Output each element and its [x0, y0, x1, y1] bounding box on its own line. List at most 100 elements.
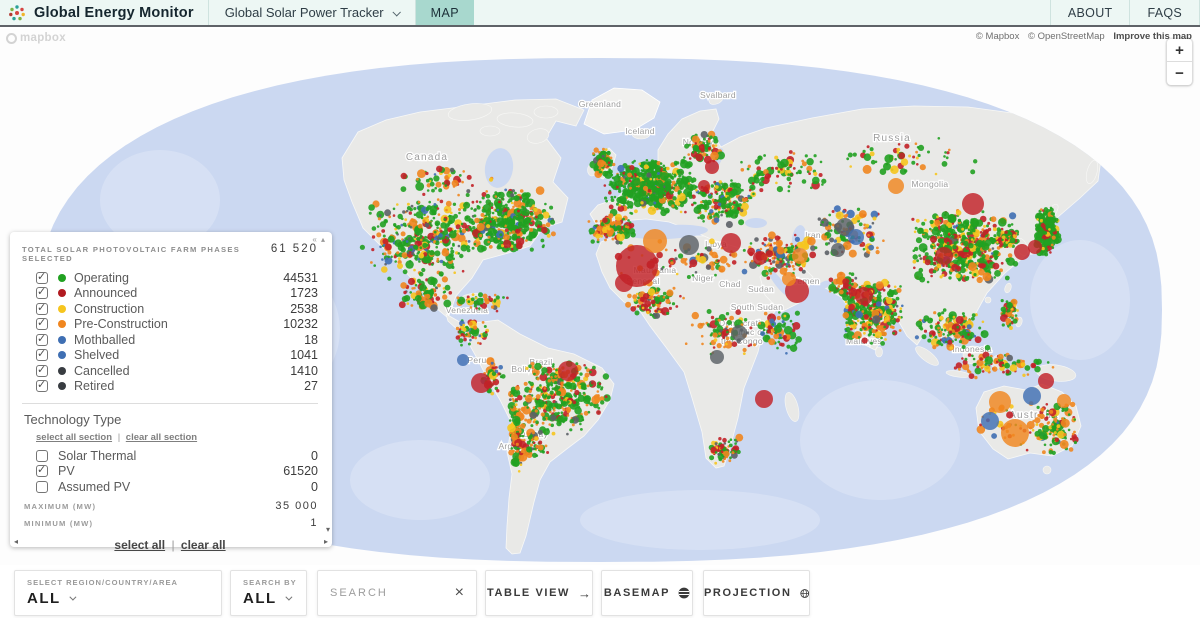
- minimum-mw-label: MINIMUM (MW): [24, 518, 94, 528]
- attribution-mapbox[interactable]: © Mapbox: [976, 31, 1019, 42]
- zoom-out-button[interactable]: −: [1167, 62, 1192, 85]
- technology-type-heading: Technology Type: [24, 412, 122, 427]
- attribution-osm[interactable]: © OpenStreetMap: [1028, 31, 1105, 42]
- select-all-link[interactable]: select all: [114, 538, 165, 552]
- arrow-right-icon: →: [578, 585, 591, 601]
- panel-scroll-right-icon[interactable]: ▸: [324, 537, 328, 546]
- projection-globe-icon: [799, 588, 809, 598]
- section-links: select all section | clear all section: [36, 432, 198, 443]
- status-label: Retired: [74, 379, 115, 394]
- gem-logo-icon: [9, 4, 25, 20]
- projection-label: PROJECTION: [704, 587, 792, 599]
- table-view-button[interactable]: TABLE VIEW →: [485, 570, 593, 616]
- status-checkbox[interactable]: [36, 332, 48, 346]
- status-count: 44531: [283, 270, 318, 285]
- minimum-mw-value[interactable]: 1: [310, 517, 318, 529]
- search-by-value: ALL: [243, 590, 277, 607]
- status-row: Construction 2538: [22, 301, 318, 317]
- status-row: Operating 44531: [22, 270, 318, 286]
- tab-map-label: MAP: [430, 5, 459, 20]
- search-by-dropdown[interactable]: SEARCH BY ALL: [230, 570, 307, 616]
- status-color-dot: [58, 304, 66, 313]
- panel-divider: [22, 403, 318, 404]
- mapbox-logo-text: mapbox: [20, 32, 66, 44]
- status-label: Mothballed: [74, 332, 136, 347]
- search-input[interactable]: [330, 587, 447, 599]
- status-checkbox[interactable]: [36, 378, 48, 393]
- panel-total-count: 61 520: [270, 243, 318, 255]
- select-all-section-link[interactable]: select all section: [36, 432, 112, 443]
- status-row: Announced 1723: [22, 285, 318, 302]
- status-row: Shelved 1041: [22, 347, 318, 364]
- status-count: 2538: [290, 301, 318, 316]
- status-count: 18: [304, 332, 318, 347]
- panel-scroll-left-icon[interactable]: ◂: [14, 537, 18, 546]
- panel-scroll-down-icon[interactable]: ▾: [326, 525, 330, 534]
- nav-about-label: ABOUT: [1067, 5, 1113, 20]
- technology-row: Solar Thermal 0: [22, 448, 318, 464]
- search-by-label: SEARCH BY: [243, 578, 297, 587]
- mapbox-logo[interactable]: mapbox: [6, 32, 66, 44]
- status-label: Pre-Construction: [74, 317, 168, 332]
- status-list: Operating 44531 Announced 1723 Construct…: [22, 270, 318, 394]
- nav-faqs[interactable]: FAQS: [1129, 0, 1200, 25]
- status-checkbox[interactable]: [36, 301, 48, 315]
- status-checkbox[interactable]: [36, 270, 48, 284]
- chevron-down-icon: [69, 593, 77, 601]
- brand[interactable]: Global Energy Monitor: [0, 0, 208, 25]
- tab-map[interactable]: MAP: [415, 0, 474, 25]
- region-dropdown[interactable]: SELECT REGION/COUNTRY/AREA ALL: [14, 570, 222, 616]
- panel-collapse-icon[interactable]: « ▴: [312, 235, 326, 244]
- table-view-label: TABLE VIEW: [486, 587, 570, 599]
- status-checkbox[interactable]: [36, 363, 48, 377]
- clear-search-icon[interactable]: ×: [455, 584, 464, 602]
- nav-about[interactable]: ABOUT: [1049, 0, 1130, 25]
- app-header: Global Energy Monitor Global Solar Power…: [0, 0, 1200, 27]
- tracker-select[interactable]: Global Solar Power Tracker: [207, 0, 416, 25]
- map-zoom-controls: + −: [1167, 39, 1192, 85]
- chevron-down-icon: [392, 7, 401, 17]
- svg-text:Russia: Russia: [873, 133, 911, 144]
- svg-text:Canada: Canada: [406, 152, 448, 163]
- status-checkbox[interactable]: [36, 285, 48, 300]
- clear-all-link[interactable]: clear all: [181, 538, 226, 552]
- svg-text:Mongolia: Mongolia: [912, 179, 949, 189]
- status-row: Pre-Construction 10232: [22, 316, 318, 333]
- header-spacer: [474, 0, 1050, 25]
- maximum-mw-label: MAXIMUM (MW): [24, 501, 97, 511]
- technology-count: 0: [311, 479, 318, 494]
- projection-button[interactable]: PROJECTION: [703, 570, 810, 616]
- zoom-in-button[interactable]: +: [1167, 39, 1192, 62]
- mapbox-logo-icon: [6, 32, 17, 44]
- technology-checkbox[interactable]: [36, 463, 48, 478]
- status-count: 27: [304, 379, 318, 394]
- status-label: Shelved: [74, 348, 120, 363]
- region-dropdown-value: ALL: [27, 590, 61, 607]
- basemap-button[interactable]: BASEMAP: [601, 570, 693, 616]
- status-label: Operating: [74, 270, 129, 285]
- clear-all-section-link[interactable]: clear all section: [126, 432, 197, 443]
- search-box: ×: [317, 570, 477, 616]
- technology-checkbox[interactable]: [36, 480, 48, 493]
- region-dropdown-label: SELECT REGION/COUNTRY/AREA: [27, 578, 179, 587]
- svg-text:Sudan: Sudan: [748, 284, 774, 294]
- tracker-select-label: Global Solar Power Tracker: [224, 5, 384, 20]
- status-row: Mothballed 18: [22, 332, 318, 348]
- basemap-layers-icon: [678, 587, 690, 599]
- svg-text:Chad: Chad: [719, 279, 741, 289]
- technology-label: PV: [58, 464, 75, 479]
- technology-list: Solar Thermal 0 PV 61520 Assumed PV 0: [22, 448, 318, 495]
- svg-text:Iceland: Iceland: [625, 126, 655, 136]
- status-count: 1041: [290, 348, 318, 363]
- panel-bottom-links: select all | clear all: [114, 537, 226, 552]
- maximum-mw-value[interactable]: 35 000: [275, 500, 318, 512]
- svg-text:Niger: Niger: [692, 273, 714, 283]
- status-color-dot: [58, 335, 66, 344]
- status-checkbox[interactable]: [36, 316, 48, 331]
- status-checkbox[interactable]: [36, 347, 48, 362]
- technology-checkbox[interactable]: [36, 449, 48, 462]
- status-label: Cancelled: [74, 363, 130, 378]
- status-label: Announced: [74, 286, 138, 301]
- technology-label: Assumed PV: [58, 479, 131, 494]
- status-color-dot: [58, 382, 66, 391]
